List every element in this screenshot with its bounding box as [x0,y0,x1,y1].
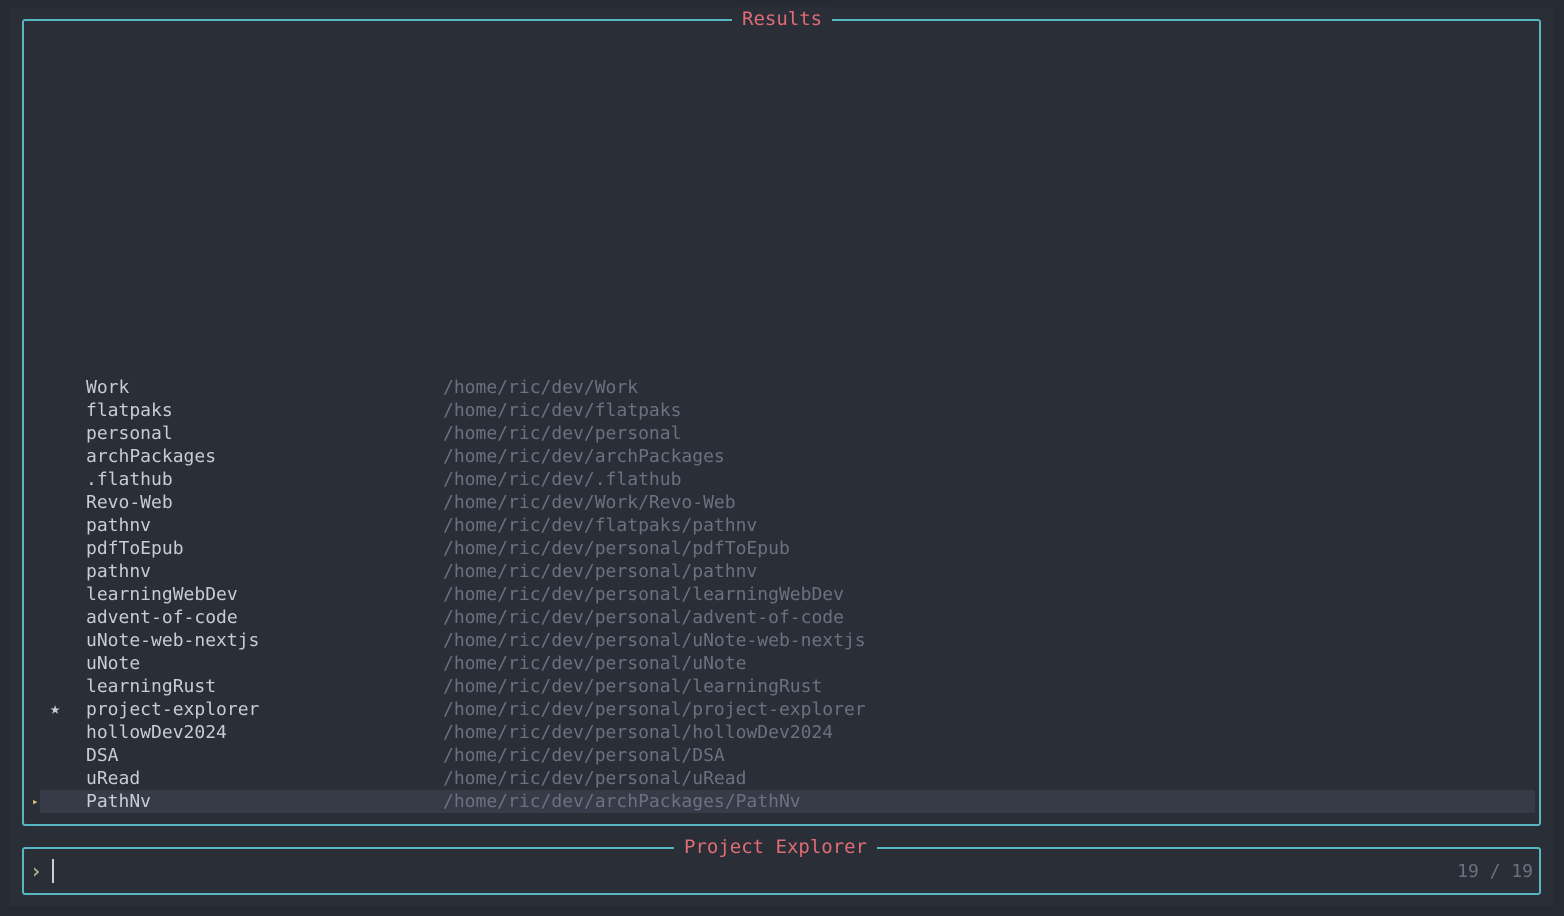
project-path: /home/ric/dev/personal/pathnv [443,561,758,582]
result-row[interactable]: .flathub/home/ric/dev/.flathub [40,468,1535,491]
project-path: /home/ric/dev/flatpaks/pathnv [443,515,758,536]
result-row[interactable]: ★ project-explorer/home/ric/dev/personal/… [40,698,1535,721]
project-path: /home/ric/dev/Work [443,377,639,398]
star-icon: ★ [50,699,61,719]
project-path: /home/ric/dev/personal/pdfToEpub [443,538,790,559]
result-row[interactable]: advent-of-code/home/ric/dev/personal/adv… [40,606,1535,629]
results-panel: Results Work/home/ric/dev/Work flatpaks/h… [22,7,1541,826]
result-row[interactable]: archPackages/home/ric/dev/archPackages [40,445,1535,468]
project-path: /home/ric/dev/archPackages [443,446,725,467]
prompt-panel-title: Project Explorer [674,835,878,859]
result-row[interactable]: learningWebDev/home/ric/dev/personal/lea… [40,583,1535,606]
result-row[interactable]: pathnv/home/ric/dev/personal/pathnv [40,560,1535,583]
prompt-chevron-icon: › [30,859,43,883]
result-row[interactable]: learningRust/home/ric/dev/personal/learn… [40,675,1535,698]
project-name: pdfToEpub [86,538,184,559]
project-name: Work [86,377,130,398]
project-name: learningRust [86,676,217,697]
result-row[interactable]: flatpaks/home/ric/dev/flatpaks [40,399,1535,422]
project-name: advent-of-code [86,607,238,628]
results-panel-title: Results [732,7,833,31]
result-row[interactable]: uNote/home/ric/dev/personal/uNote [40,652,1535,675]
project-name: PathNv [86,791,152,812]
project-name: hollowDev2024 [86,722,227,743]
project-name: archPackages [86,446,217,467]
result-row[interactable]: Work/home/ric/dev/Work [40,376,1535,399]
project-name: flatpaks [86,400,173,421]
project-name: .flathub [86,469,173,490]
project-path: /home/ric/dev/personal/uNote [443,653,747,674]
project-path: /home/ric/dev/personal/learningWebDev [443,584,844,605]
result-row[interactable]: ▸ PathNv/home/ric/dev/archPackages/PathNv [32,790,1535,813]
result-row[interactable]: pdfToEpub/home/ric/dev/personal/pdfToEpu… [40,537,1535,560]
project-name: Revo-Web [86,492,173,513]
text-cursor [52,859,54,883]
project-path: /home/ric/dev/personal/advent-of-code [443,607,844,628]
search-input[interactable] [58,857,1358,885]
project-name: DSA [86,745,119,766]
project-path: /home/ric/dev/personal/DSA [443,745,725,766]
results-list: Work/home/ric/dev/Work flatpaks/home/ric/… [32,376,1535,813]
project-path: /home/ric/dev/personal [443,423,682,444]
project-name: project-explorer [86,699,260,720]
selection-caret-icon: ▸ [32,795,39,808]
project-path: /home/ric/dev/.flathub [443,469,682,490]
result-row[interactable]: Revo-Web/home/ric/dev/Work/Revo-Web [40,491,1535,514]
result-row[interactable]: DSA/home/ric/dev/personal/DSA [40,744,1535,767]
project-name: pathnv [86,561,152,582]
project-path: /home/ric/dev/personal/uNote-web-nextjs [443,630,866,651]
project-path: /home/ric/dev/flatpaks [443,400,682,421]
project-path: /home/ric/dev/personal/hollowDev2024 [443,722,834,743]
result-row[interactable]: uRead/home/ric/dev/personal/uRead [40,767,1535,790]
project-name: uNote [86,653,141,674]
result-counter: 19 / 19 [1457,861,1533,882]
project-path: /home/ric/dev/archPackages/PathNv [443,791,801,812]
project-name: learningWebDev [86,584,238,605]
prompt-panel: Project Explorer › 19 / 19 [22,835,1541,895]
project-name: uNote-web-nextjs [86,630,260,651]
result-row[interactable]: uNote-web-nextjs/home/ric/dev/personal/u… [40,629,1535,652]
project-name: personal [86,423,173,444]
result-row[interactable]: hollowDev2024/home/ric/dev/personal/holl… [40,721,1535,744]
result-row[interactable]: personal/home/ric/dev/personal [40,422,1535,445]
project-path: /home/ric/dev/Work/Revo-Web [443,492,736,513]
project-path: /home/ric/dev/personal/learningRust [443,676,823,697]
project-name: pathnv [86,515,152,536]
project-path: /home/ric/dev/personal/uRead [443,768,747,789]
result-row[interactable]: pathnv/home/ric/dev/flatpaks/pathnv [40,514,1535,537]
project-name: uRead [86,768,141,789]
project-path: /home/ric/dev/personal/project-explorer [443,699,866,720]
